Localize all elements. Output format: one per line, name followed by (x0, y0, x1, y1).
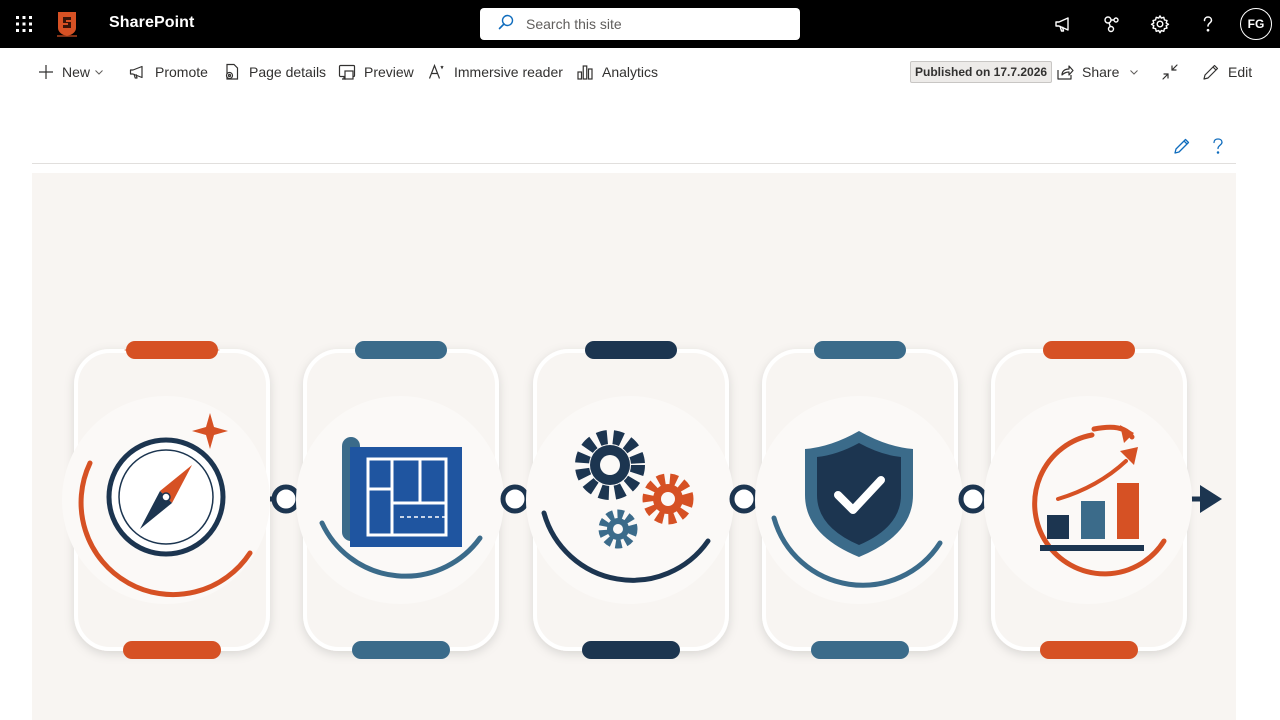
analytics-button[interactable]: Analytics (576, 60, 658, 84)
site-logo[interactable] (54, 10, 80, 38)
share-label: Share (1082, 64, 1120, 80)
hero-image (32, 173, 1236, 720)
collapse-arrows-icon (1162, 64, 1178, 80)
chevron-down-icon (1130, 70, 1139, 75)
immersive-reader-label: Immersive reader (454, 64, 563, 80)
preview-label: Preview (364, 64, 414, 80)
page-settings-icon (225, 63, 239, 80)
avatar[interactable]: FG (1240, 8, 1272, 40)
pencil-icon (1203, 64, 1219, 80)
command-bar: New Promote Page details Preview Immersi… (0, 48, 1280, 96)
page-details-label: Page details (249, 64, 327, 80)
analytics-label: Analytics (602, 64, 659, 80)
blueprint-icon (342, 437, 462, 547)
edit-label: Edit (1228, 64, 1253, 80)
megaphone-icon[interactable] (1052, 12, 1076, 36)
step-card-2 (296, 341, 504, 659)
preview-button[interactable]: Preview (338, 60, 414, 84)
edit-section-pencil-icon[interactable] (1172, 136, 1192, 156)
step-card-1 (62, 341, 270, 659)
search-icon (498, 14, 514, 35)
analytics-icon (577, 65, 593, 80)
share-button[interactable]: Share (1056, 60, 1139, 84)
promote-label: Promote (155, 64, 208, 80)
share-nodes-icon[interactable] (1100, 12, 1124, 36)
page-details-button[interactable]: Page details (223, 60, 326, 84)
share-icon (1057, 65, 1074, 80)
step-card-3 (526, 341, 734, 659)
new-label: New (62, 64, 91, 80)
promote-button[interactable]: Promote (129, 60, 208, 84)
process-flow-illustration (62, 341, 1222, 659)
section-divider (32, 163, 1236, 164)
published-status-badge: Published on 17.7.2026 (910, 61, 1053, 83)
step-card-4 (755, 341, 963, 659)
arrow-head-icon (1200, 485, 1222, 513)
suite-bar: SharePoint Search this site FG (0, 0, 1280, 48)
site-search-box[interactable] (480, 8, 800, 40)
collapse-button[interactable] (1161, 60, 1187, 84)
plus-icon (39, 65, 53, 79)
search-input[interactable] (526, 16, 786, 32)
preview-icon (338, 64, 356, 80)
help-icon[interactable] (1196, 12, 1220, 36)
section-help-icon[interactable] (1208, 136, 1228, 156)
settings-icon[interactable] (1148, 12, 1172, 36)
waffle-icon[interactable] (12, 12, 36, 36)
megaphone-icon (129, 65, 143, 79)
immersive-reader-button[interactable]: Immersive reader (428, 60, 563, 84)
edit-button[interactable]: Edit (1202, 60, 1252, 84)
step-card-5 (984, 341, 1192, 659)
chevron-down-icon (95, 70, 103, 75)
immersive-reader-icon (428, 63, 444, 79)
new-button[interactable]: New (38, 60, 104, 84)
app-name[interactable]: SharePoint (109, 14, 194, 32)
